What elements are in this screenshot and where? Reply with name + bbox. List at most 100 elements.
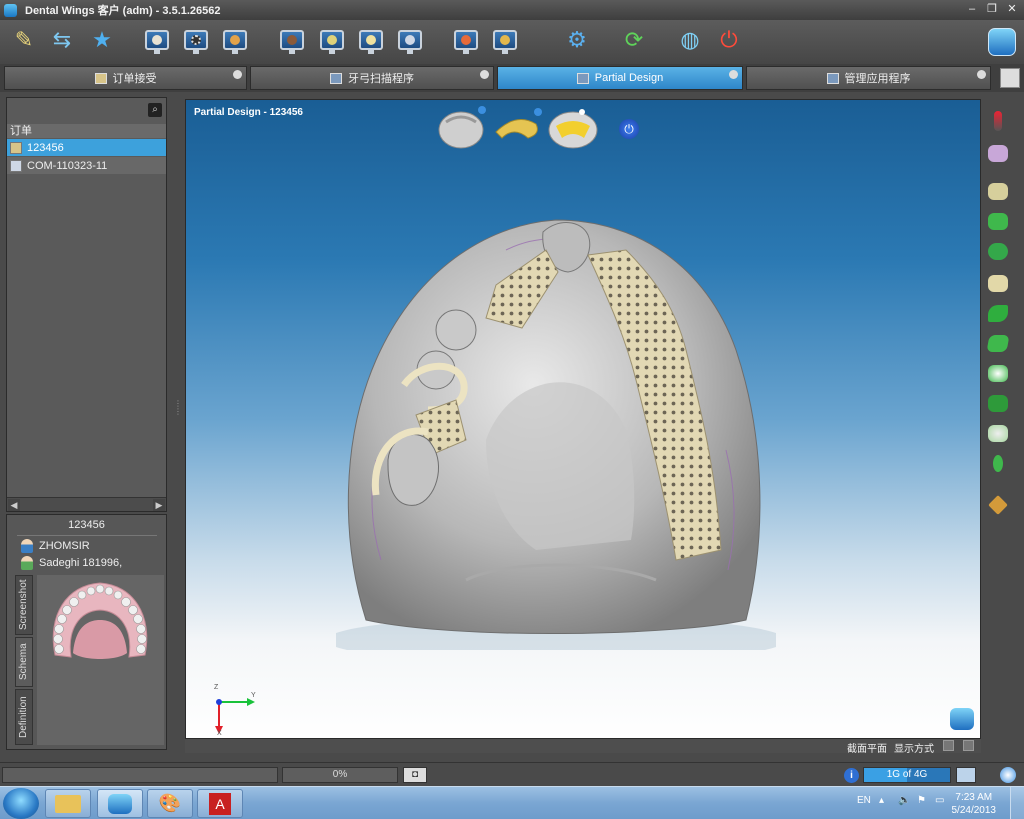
export-button[interactable] xyxy=(357,26,385,54)
gear-icon: ⚙ xyxy=(567,27,587,52)
window-list-icon[interactable] xyxy=(1000,68,1020,88)
tab-arch-scan[interactable]: 牙弓扫描程序 xyxy=(250,66,494,90)
step-model-icon[interactable] xyxy=(438,106,486,149)
tab-label: 牙弓扫描程序 xyxy=(348,73,414,85)
display-toggle-1[interactable] xyxy=(943,740,954,751)
camera-icon[interactable]: ◘ xyxy=(403,767,427,783)
window-controls: – ❐ ✕ xyxy=(966,2,1018,16)
minimize-icon[interactable]: – xyxy=(966,2,978,16)
scroll-right-icon[interactable]: ▶ xyxy=(153,499,165,511)
order-item[interactable]: 123456 xyxy=(7,139,166,156)
arch-button[interactable] xyxy=(182,26,210,54)
bar-tool[interactable] xyxy=(986,301,1010,325)
dental-wings-taskbar-button[interactable] xyxy=(97,789,143,818)
plate-tool[interactable] xyxy=(986,331,1010,355)
patient-name: Sadeghi 181996, xyxy=(39,557,123,569)
pdf-taskbar-button[interactable]: A xyxy=(197,789,243,818)
app-tabs: 订单接受 牙弓扫描程序 Partial Design 管理应用程序 xyxy=(0,64,1024,92)
tab-screenshot[interactable]: Screenshot xyxy=(15,575,33,635)
favorites-button[interactable]: ★ xyxy=(88,26,116,54)
clasp-tool[interactable] xyxy=(986,271,1010,295)
rest-tool[interactable] xyxy=(986,361,1010,385)
survey-tool[interactable] xyxy=(986,179,1010,203)
show-desktop-button[interactable] xyxy=(1010,787,1024,819)
help-globe-icon[interactable] xyxy=(1000,767,1016,783)
power-button[interactable]: ⏻ xyxy=(715,26,743,54)
clipboard-icon[interactable] xyxy=(956,767,976,783)
language-indicator[interactable]: EN xyxy=(857,795,871,806)
dental-model-render[interactable] xyxy=(336,210,776,650)
display-toggle-2[interactable] xyxy=(963,740,974,751)
finish-line-tool[interactable] xyxy=(986,421,1010,445)
print-button[interactable] xyxy=(396,26,424,54)
flag-icon[interactable]: ⚑ xyxy=(917,795,926,806)
retention-tool[interactable] xyxy=(986,391,1010,415)
pin-icon[interactable] xyxy=(729,70,738,79)
preview-vertical-tabs: Screenshot Schema Definition xyxy=(15,575,35,745)
pin-icon[interactable] xyxy=(480,70,489,79)
panel-splitter[interactable]: ⋮ ⋮ xyxy=(174,400,182,440)
volume-icon[interactable]: 🔈 xyxy=(898,795,910,806)
arch-schema-image xyxy=(52,582,148,659)
monitor-home-icon xyxy=(454,30,478,54)
crown-button[interactable] xyxy=(221,26,249,54)
order-icon xyxy=(94,72,107,84)
paint-taskbar-button[interactable]: 🎨 xyxy=(147,789,193,818)
order-info-panel: 123456 ZHOMSIR Sadeghi 181996, Screensho… xyxy=(6,514,167,750)
pin-icon[interactable] xyxy=(977,70,986,79)
tab-schema[interactable]: Schema xyxy=(15,637,33,687)
step-design-icon[interactable] xyxy=(548,109,598,149)
tab-order-receive[interactable]: 订单接受 xyxy=(4,66,247,90)
web-button[interactable]: ◍ xyxy=(676,26,704,54)
joystick-tool[interactable] xyxy=(986,109,1010,133)
tab-partial-design[interactable]: Partial Design xyxy=(497,66,743,90)
axis-gizmo: Y Z X xyxy=(211,684,261,738)
patient-row: Sadeghi 181996, xyxy=(21,556,122,570)
bridge-button[interactable] xyxy=(278,26,306,54)
app-status-bar: 0% ◘ i 1G of 4G xyxy=(0,762,1024,786)
close-icon[interactable]: ✕ xyxy=(1006,2,1018,16)
divider xyxy=(17,535,157,536)
network-icon[interactable]: ▭ xyxy=(935,795,944,806)
3d-viewport[interactable]: Partial Design - 123456 ⏻ Y Z X xyxy=(185,99,981,739)
new-order-button[interactable]: ✎ xyxy=(10,26,38,54)
monitor-gear-icon xyxy=(320,30,344,54)
search-icon[interactable]: ⌕ xyxy=(148,103,162,117)
horizontal-scrollbar[interactable]: ◀ ▶ xyxy=(7,497,166,511)
home-button[interactable] xyxy=(452,26,480,54)
power-icon[interactable]: ⏻ xyxy=(619,119,639,139)
memory-usage: 1G of 4G xyxy=(863,767,951,783)
order-item[interactable]: COM-110323-11 xyxy=(7,157,166,174)
model-tool[interactable] xyxy=(986,141,1010,165)
power-icon: ⏻ xyxy=(720,27,738,52)
scan-button[interactable] xyxy=(143,26,171,54)
info-icon[interactable]: i xyxy=(844,768,859,783)
start-button[interactable] xyxy=(3,788,39,819)
tab-admin[interactable]: 管理应用程序 xyxy=(746,66,991,90)
settings-design-button[interactable] xyxy=(318,26,346,54)
settings-button[interactable]: ⚙ xyxy=(563,26,591,54)
tab-definition[interactable]: Definition xyxy=(15,689,33,745)
restore-icon[interactable]: ❐ xyxy=(986,2,998,16)
import-button[interactable]: ⇆ xyxy=(48,26,76,54)
paint-icon: 🎨 xyxy=(158,793,182,813)
gallery-button[interactable] xyxy=(491,26,519,54)
explorer-taskbar-button[interactable] xyxy=(45,789,91,818)
sync-button[interactable]: ⟳ xyxy=(620,26,648,54)
block-out-tool[interactable] xyxy=(986,209,1010,233)
pin-icon[interactable] xyxy=(233,70,242,79)
step-framework-icon[interactable] xyxy=(495,108,542,139)
dental-wings-logo xyxy=(988,28,1016,56)
axis-z-label: Z xyxy=(214,684,219,691)
app-logo-icon xyxy=(4,3,17,17)
section-plane-label[interactable]: 截面平面 xyxy=(847,740,887,755)
scroll-left-icon[interactable]: ◀ xyxy=(8,499,20,511)
system-clock[interactable]: 7:23 AM 5/24/2013 xyxy=(952,791,997,817)
mesh-tool[interactable] xyxy=(986,239,1010,263)
doctor-avatar-icon xyxy=(21,539,33,553)
display-mode-label[interactable]: 显示方式 xyxy=(894,740,934,755)
tray-arrow-icon[interactable]: ▴ xyxy=(879,795,884,806)
star-icon: ★ xyxy=(92,27,112,52)
pin-tool[interactable] xyxy=(986,451,1010,475)
wax-knife-tool[interactable] xyxy=(986,493,1010,517)
